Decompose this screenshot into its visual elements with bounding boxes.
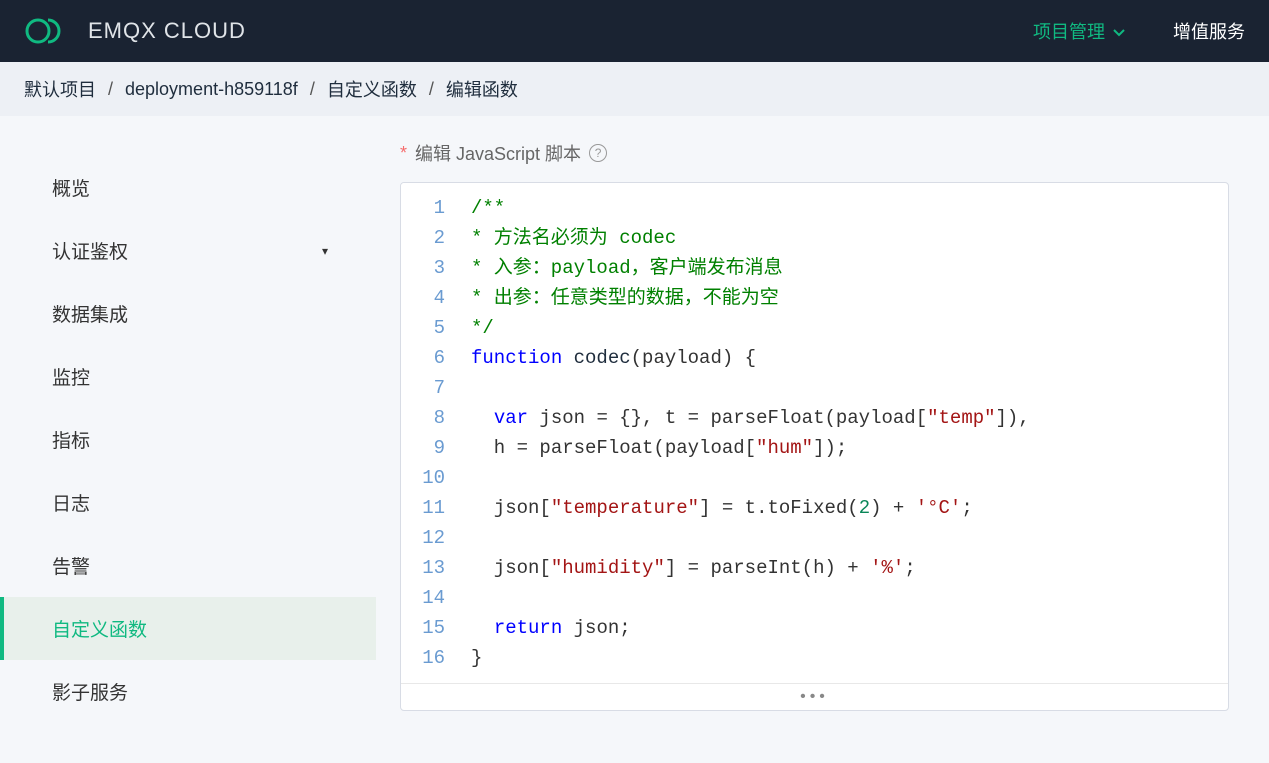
sidebar-item-3[interactable]: 监控	[0, 345, 376, 408]
line-number: 1	[417, 193, 445, 223]
code-line	[471, 523, 1212, 553]
code-line: return json;	[471, 613, 1212, 643]
breadcrumb-item: 编辑函数	[446, 76, 518, 102]
line-number: 4	[417, 283, 445, 313]
code-line: json["humidity"] = parseInt(h) + '%';	[471, 553, 1212, 583]
brand-logo-icon	[24, 17, 72, 45]
breadcrumb-item[interactable]: deployment-h859118f	[125, 79, 298, 100]
line-number: 11	[417, 493, 445, 523]
sidebar-item-7[interactable]: 自定义函数	[0, 597, 376, 660]
sidebar-item-0[interactable]: 概览	[0, 156, 376, 219]
editor-label-row: * 编辑 JavaScript 脚本 ?	[400, 140, 1229, 166]
required-asterisk: *	[400, 143, 407, 164]
line-gutter: 12345678910111213141516	[401, 183, 455, 683]
nav-project-label: 项目管理	[1033, 18, 1105, 44]
breadcrumb-item[interactable]: 默认项目	[24, 76, 96, 102]
sidebar-item-label: 影子服务	[52, 678, 128, 705]
sidebar-item-label: 告警	[52, 552, 90, 579]
sidebar-item-label: 日志	[52, 489, 90, 516]
breadcrumb-item[interactable]: 自定义函数	[327, 76, 417, 102]
code-line: json["temperature"] = t.toFixed(2) + '°C…	[471, 493, 1212, 523]
sidebar-item-5[interactable]: 日志	[0, 471, 376, 534]
code-line: h = parseFloat(payload["hum"]);	[471, 433, 1212, 463]
sidebar-item-4[interactable]: 指标	[0, 408, 376, 471]
sidebar: 概览认证鉴权 ▾ 数据集成监控指标日志告警自定义函数影子服务	[0, 116, 376, 763]
line-number: 14	[417, 583, 445, 613]
code-line: /**	[471, 193, 1212, 223]
sidebar-item-label: 监控	[52, 363, 90, 390]
help-icon[interactable]: ?	[589, 144, 607, 162]
code-line: function codec(payload) {	[471, 343, 1212, 373]
line-number: 5	[417, 313, 445, 343]
line-number: 7	[417, 373, 445, 403]
brand-text: EMQX CLOUD	[88, 18, 246, 44]
breadcrumb-separator: /	[310, 79, 315, 100]
line-number: 3	[417, 253, 445, 283]
sidebar-item-8[interactable]: 影子服务	[0, 660, 376, 723]
code-line: * 出参：任意类型的数据，不能为空	[471, 283, 1212, 313]
sidebar-item-label: 数据集成	[52, 300, 128, 327]
line-number: 8	[417, 403, 445, 433]
sidebar-item-label: 自定义函数	[52, 615, 147, 642]
content-area: * 编辑 JavaScript 脚本 ? 1234567891011121314…	[376, 116, 1269, 763]
editor-label: 编辑 JavaScript 脚本	[415, 140, 581, 166]
sidebar-item-1[interactable]: 认证鉴权 ▾	[0, 219, 376, 282]
chevron-down-icon	[1113, 21, 1125, 42]
sidebar-item-label: 概览	[52, 174, 90, 201]
breadcrumb: 默认项目 / deployment-h859118f / 自定义函数 / 编辑函…	[0, 62, 1269, 116]
line-number: 10	[417, 463, 445, 493]
nav-project-management[interactable]: 项目管理	[1033, 18, 1125, 44]
nav-value-services[interactable]: 增值服务	[1173, 18, 1245, 44]
editor-body: 12345678910111213141516 /*** 方法名必须为 code…	[401, 183, 1228, 683]
line-number: 12	[417, 523, 445, 553]
app-header: EMQX CLOUD 项目管理 增值服务	[0, 0, 1269, 62]
code-line: var json = {}, t = parseFloat(payload["t…	[471, 403, 1212, 433]
sidebar-item-label: 认证鉴权	[52, 237, 128, 264]
code-line	[471, 583, 1212, 613]
code-line: * 入参：payload，客户端发布消息	[471, 253, 1212, 283]
line-number: 6	[417, 343, 445, 373]
line-number: 9	[417, 433, 445, 463]
code-line: }	[471, 643, 1212, 673]
sidebar-item-6[interactable]: 告警	[0, 534, 376, 597]
line-number: 16	[417, 643, 445, 673]
code-content[interactable]: /*** 方法名必须为 codec* 入参：payload，客户端发布消息* 出…	[455, 183, 1228, 683]
header-nav: 项目管理 增值服务	[1033, 18, 1245, 44]
sidebar-item-2[interactable]: 数据集成	[0, 282, 376, 345]
code-line	[471, 463, 1212, 493]
code-editor[interactable]: 12345678910111213141516 /*** 方法名必须为 code…	[400, 182, 1229, 711]
code-line: */	[471, 313, 1212, 343]
breadcrumb-separator: /	[429, 79, 434, 100]
resize-handle[interactable]: •••	[401, 683, 1228, 710]
main-area: 概览认证鉴权 ▾ 数据集成监控指标日志告警自定义函数影子服务 * 编辑 JavaSc…	[0, 116, 1269, 763]
logo-area: EMQX CLOUD	[24, 17, 246, 45]
line-number: 15	[417, 613, 445, 643]
breadcrumb-separator: /	[108, 79, 113, 100]
code-line: * 方法名必须为 codec	[471, 223, 1212, 253]
line-number: 13	[417, 553, 445, 583]
sidebar-item-label: 指标	[52, 426, 90, 453]
line-number: 2	[417, 223, 445, 253]
chevron-down-icon: ▾	[322, 244, 328, 258]
code-line	[471, 373, 1212, 403]
